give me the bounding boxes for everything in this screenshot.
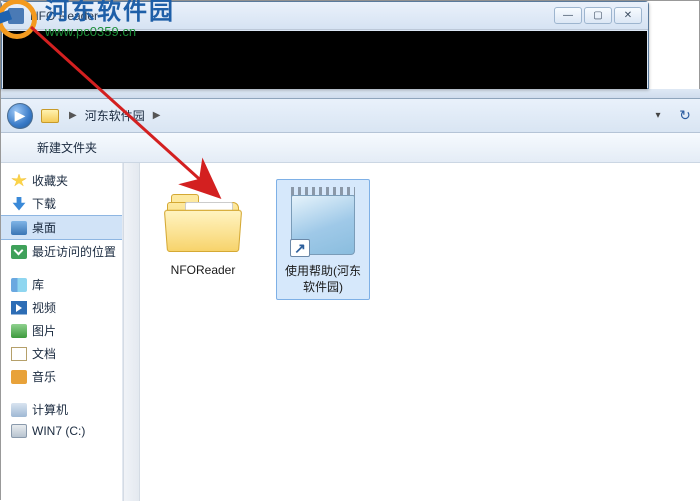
explorer-titlebar[interactable]	[1, 89, 700, 99]
music-icon	[11, 370, 27, 384]
minimize-button[interactable]: —	[554, 7, 582, 24]
file-label: 使用帮助(河东软件园)	[281, 264, 365, 295]
notepad-shortcut-icon: ↗	[288, 187, 358, 259]
computer-icon	[11, 403, 27, 417]
sidebar-item-pictures[interactable]: 图片	[1, 319, 122, 342]
breadcrumb-arrow-icon[interactable]: ▶	[151, 110, 163, 121]
desktop-icon	[11, 221, 27, 235]
watermark-logo-icon	[0, 0, 49, 45]
breadcrumb-arrow-icon[interactable]: ▶	[67, 110, 79, 121]
file-label: NFOReader	[160, 263, 246, 279]
sidebar-item-downloads[interactable]: 下载	[1, 192, 122, 215]
sidebar-label: 桌面	[32, 219, 56, 236]
sidebar-label: 收藏夹	[32, 172, 68, 189]
sidebar-computer-head[interactable]: 计算机	[1, 398, 122, 421]
watermark-title: 河东软件园	[45, 0, 175, 24]
sidebar-item-music[interactable]: 音乐	[1, 365, 122, 388]
sidebar-item-documents[interactable]: 文档	[1, 342, 122, 365]
close-button[interactable]: ✕	[614, 7, 642, 24]
refresh-button[interactable]: ↻	[675, 106, 695, 126]
sidebar-label: 视频	[32, 299, 56, 316]
drive-icon	[11, 424, 27, 438]
sidebar-label: 计算机	[32, 401, 68, 418]
sidebar-scrollbar[interactable]	[123, 163, 140, 501]
maximize-button[interactable]: ▢	[584, 7, 612, 24]
sidebar-item-desktop[interactable]: 桌面	[1, 215, 122, 240]
file-item-shortcut[interactable]: ↗ 使用帮助(河东软件园)	[276, 179, 370, 300]
file-item-folder[interactable]: NFOReader	[156, 179, 250, 283]
address-bar[interactable]: ▶ ▶ 河东软件园 ▶ ▾ ↻	[1, 99, 700, 133]
sidebar-item-recent[interactable]: 最近访问的位置	[1, 240, 122, 263]
sidebar-libraries-head[interactable]: 库	[1, 273, 122, 296]
recent-icon	[11, 245, 27, 259]
download-icon	[11, 197, 27, 211]
sidebar-label: WIN7 (C:)	[32, 424, 85, 438]
sidebar-label: 音乐	[32, 368, 56, 385]
watermark-url: www.pc0359.cn	[45, 24, 175, 40]
watermark: 河东软件园 www.pc0359.cn	[0, 0, 175, 45]
folder-icon	[41, 109, 59, 123]
video-icon	[11, 301, 27, 315]
address-dropdown-icon[interactable]: ▾	[649, 107, 667, 125]
sidebar-favorites-head[interactable]: 收藏夹	[1, 169, 122, 192]
sidebar-label: 文档	[32, 345, 56, 362]
folder-large-icon	[167, 192, 239, 252]
sidebar-label: 下载	[32, 195, 56, 212]
picture-icon	[11, 324, 27, 338]
sidebar-label: 库	[32, 276, 44, 293]
file-pane[interactable]: NFOReader ↗ 使用帮助(河东软件园)	[140, 163, 700, 501]
sidebar-item-drive-c[interactable]: WIN7 (C:)	[1, 421, 122, 441]
sidebar-label: 最近访问的位置	[32, 243, 116, 260]
new-folder-button[interactable]: 新建文件夹	[31, 137, 103, 158]
document-icon	[11, 347, 27, 361]
explorer-sidebar: 收藏夹 下载 桌面 最近访问的位置 库 视频 图片 文档 音乐 计算机 WIN7…	[1, 163, 123, 501]
explorer-window: ▶ ▶ 河东软件园 ▶ ▾ ↻ 新建文件夹 收藏夹 下载 桌面 最近访问的位置 …	[1, 89, 700, 501]
explorer-toolbar: 新建文件夹	[1, 133, 700, 163]
breadcrumb-current[interactable]: 河东软件园	[83, 107, 147, 124]
forward-button[interactable]: ▶	[7, 103, 33, 129]
sidebar-label: 图片	[32, 322, 56, 339]
sidebar-item-video[interactable]: 视频	[1, 296, 122, 319]
library-icon	[11, 278, 27, 292]
star-icon	[11, 174, 27, 188]
